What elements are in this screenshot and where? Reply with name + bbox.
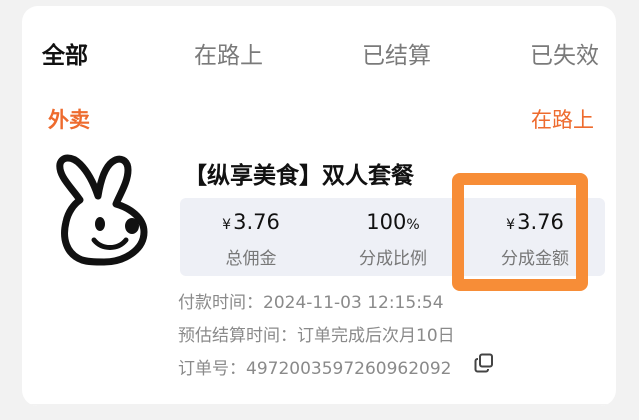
pay-time: 付款时间：2024-11-03 12:15:54: [178, 288, 444, 313]
copy-icon[interactable]: [474, 353, 494, 373]
pay-time-label: 付款时间：: [178, 293, 263, 313]
total-commission-label: 总佣金: [225, 249, 277, 269]
order-number: 订单号：4972003597260962092: [178, 354, 452, 379]
share-amount: ¥3.76 分成金额: [464, 198, 606, 276]
share-ratio-value: 100%: [366, 210, 420, 234]
divider: [22, 404, 616, 406]
order-number-label: 订单号：: [178, 359, 246, 379]
order-number-value: 4972003597260962092: [246, 359, 452, 379]
share-ratio-label: 分成比例: [359, 249, 427, 269]
total-commission: ¥3.76 总佣金: [180, 198, 322, 276]
settle-time: 预估结算时间：订单完成后次月10日: [178, 321, 455, 346]
status-tabs: 全部 在路上 已结算 已失效: [22, 6, 616, 96]
settle-time-label: 预估结算时间：: [178, 326, 297, 346]
product-title: 【纵享美食】双人套餐: [184, 163, 414, 189]
tab-all[interactable]: 全部: [42, 36, 88, 70]
category-tag: 外卖: [48, 108, 90, 132]
tab-in-transit[interactable]: 在路上: [194, 36, 263, 70]
tab-expired[interactable]: 已失效: [530, 36, 599, 70]
total-commission-value: ¥3.76: [222, 210, 280, 234]
order-status: 在路上: [531, 108, 594, 132]
order-card: 全部 在路上 已结算 已失效 外卖 在路上 【纵享美食】双人套餐 ¥3.76 总…: [22, 6, 616, 406]
pay-time-value: 2024-11-03 12:15:54: [263, 293, 444, 313]
share-amount-value: ¥3.76: [506, 210, 564, 234]
share-amount-label: 分成金额: [501, 249, 569, 269]
share-ratio: 100% 分成比例: [322, 198, 464, 276]
settle-time-value: 订单完成后次月10日: [297, 326, 455, 346]
commission-stats: ¥3.76 总佣金 100% 分成比例 ¥3.76 分成金额: [180, 198, 605, 276]
tab-settled[interactable]: 已结算: [362, 36, 431, 70]
rabbit-logo-icon: [52, 154, 156, 272]
